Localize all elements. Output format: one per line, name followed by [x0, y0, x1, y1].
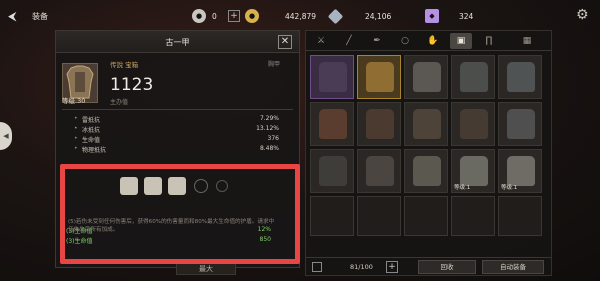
- inventory-slot[interactable]: [310, 149, 354, 193]
- armor-icon: [460, 62, 488, 92]
- stat-value: 13.12%: [256, 125, 279, 132]
- armor-icon: [319, 156, 347, 186]
- item-power: 1123: [110, 75, 154, 95]
- coin-icon: ●: [192, 9, 206, 23]
- armor-icon: [319, 109, 347, 139]
- armor-icon: [413, 109, 441, 139]
- inventory-slot[interactable]: [357, 149, 401, 193]
- inventory-slot[interactable]: [404, 55, 448, 99]
- category-tabs: ⚔ ╱ ✒ ○ ✋ ▣ ∏ ▦: [306, 31, 551, 51]
- crystal-icon: [327, 8, 344, 24]
- armor-icon: [413, 62, 441, 92]
- item-name: 古一甲: [165, 38, 190, 47]
- armor-icon: [507, 109, 535, 139]
- inventory-slot[interactable]: [404, 149, 448, 193]
- inventory-capacity: 81/100: [350, 263, 373, 271]
- tab-staff[interactable]: ╱: [338, 33, 360, 49]
- top-bar: ⮜ 装备 ● 0 + ● 442,879 24,106 ◆ 324 ⚙: [0, 0, 600, 32]
- armor-icon: [460, 109, 488, 139]
- tab-grid[interactable]: ▦: [516, 33, 538, 49]
- stat-list: • 雷抵抗 7.29% • 冰抵抗 13.12% • 生命值 376 • 物理抵…: [74, 114, 279, 154]
- inventory-slot[interactable]: [451, 102, 495, 146]
- expand-capacity-button[interactable]: +: [386, 261, 398, 273]
- highlight-box: [60, 164, 300, 264]
- currency-value: 324: [459, 11, 474, 21]
- back-arrow-icon[interactable]: ⮜: [8, 9, 17, 24]
- inventory-slot[interactable]: [310, 196, 354, 236]
- item-power-label: 主办值: [110, 99, 129, 106]
- stat-value: 8.48%: [259, 145, 279, 152]
- item-rarity: 传說 宝箱: [110, 61, 139, 69]
- auto-equip-button[interactable]: 自动装备: [482, 260, 544, 274]
- inventory-slot[interactable]: [404, 196, 448, 236]
- inventory-slot[interactable]: 等级.1: [498, 149, 542, 193]
- currency-value: 442,879: [285, 11, 317, 21]
- stat-row: • 生命值 376: [74, 135, 279, 144]
- inventory-slot[interactable]: [498, 196, 542, 236]
- armor-icon: [366, 109, 394, 139]
- gem-icon: ◆: [425, 9, 439, 23]
- currency-gem: ◆ 324: [425, 9, 473, 23]
- tab-glove[interactable]: ✋: [422, 33, 444, 49]
- inventory-footer: 81/100 + 回收 自动装备: [306, 257, 551, 275]
- item-slot: 胸甲: [268, 61, 281, 68]
- gold-icon: ●: [245, 9, 259, 23]
- stat-name: 物理抵抗: [82, 147, 107, 154]
- armor-icon: [319, 62, 347, 92]
- item-level: 等级.1: [454, 185, 471, 191]
- tab-pants[interactable]: ∏: [478, 33, 500, 49]
- inventory-slot[interactable]: [498, 55, 542, 99]
- stat-name: 冰抵抗: [82, 127, 101, 134]
- inventory-slot[interactable]: [404, 102, 448, 146]
- page-title: 装备: [32, 12, 48, 21]
- inventory-slot[interactable]: [498, 102, 542, 146]
- armor-icon: [413, 156, 441, 186]
- armor-icon: [507, 62, 535, 92]
- currency-value: 0: [212, 11, 217, 21]
- armor-icon: [507, 156, 535, 186]
- item-level: 等级.1: [501, 185, 518, 191]
- tab-armor[interactable]: ▣: [450, 33, 472, 49]
- stat-row: • 冰抵抗 13.12%: [74, 125, 279, 134]
- item-level: 等级.30: [62, 97, 86, 105]
- armor-icon: [366, 156, 394, 186]
- inventory-panel: ⚔ ╱ ✒ ○ ✋ ▣ ∏ ▦ 等级.1 等级.1 81/100 + 回收 自动…: [305, 30, 552, 276]
- inventory-slot[interactable]: [451, 196, 495, 236]
- inventory-slot[interactable]: [310, 102, 354, 146]
- stat-row: • 雷抵抗 7.29%: [74, 115, 279, 124]
- inventory-slot[interactable]: [451, 55, 495, 99]
- recycle-button[interactable]: 回收: [418, 260, 476, 274]
- detail-header: 古一甲 ✕: [56, 31, 299, 53]
- inventory-slot[interactable]: [357, 196, 401, 236]
- list-icon[interactable]: [312, 262, 322, 272]
- inventory-slot[interactable]: [357, 55, 401, 99]
- close-button[interactable]: ✕: [278, 35, 292, 49]
- currency-gold: ● 442,879: [245, 9, 316, 23]
- tab-ring[interactable]: ○: [394, 33, 416, 49]
- gear-icon[interactable]: ⚙: [576, 7, 589, 23]
- inventory-slot[interactable]: [310, 55, 354, 99]
- armor-icon: [460, 156, 488, 186]
- stat-value: 376: [267, 135, 279, 142]
- stat-row: • 物理抵抗 8.48%: [74, 145, 279, 154]
- armor-icon: [366, 62, 394, 92]
- currency-value: 24,106: [365, 11, 392, 21]
- currency-coin: ● 0: [192, 9, 217, 23]
- inventory-slot[interactable]: 等级.1: [451, 149, 495, 193]
- tab-sword[interactable]: ✒: [366, 33, 388, 49]
- stat-value: 7.29%: [259, 115, 279, 122]
- divider: [62, 109, 293, 110]
- currency-crystal: 24,106: [327, 8, 392, 24]
- stat-name: 雷抵抗: [82, 117, 101, 124]
- add-currency-button[interactable]: +: [228, 10, 240, 22]
- stat-name: 生命值: [82, 137, 101, 144]
- tab-weapon[interactable]: ⚔: [310, 33, 332, 49]
- inventory-slot[interactable]: [357, 102, 401, 146]
